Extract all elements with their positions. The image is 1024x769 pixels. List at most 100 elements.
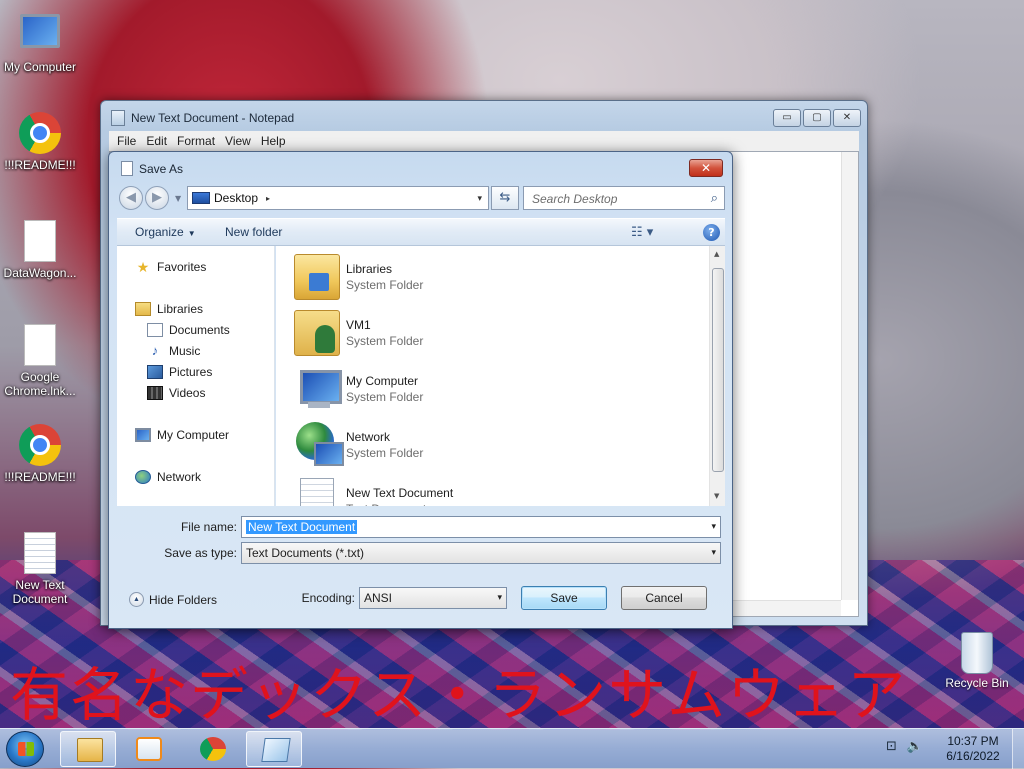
volume-icon[interactable]: 🔈 — [907, 739, 923, 754]
file-item-libraries[interactable]: Libraries System Folder — [294, 252, 694, 304]
maximize-button[interactable]: ▢ — [803, 109, 831, 127]
computer-icon — [18, 14, 62, 58]
desktop-icon-readme-2[interactable]: !!!README!!! — [0, 424, 80, 484]
arrow-left-icon: ◀ — [126, 190, 136, 205]
file-type: System Folder — [346, 278, 424, 292]
nav-item-network[interactable]: Network — [135, 468, 201, 486]
search-input[interactable]: Search Desktop ⌕ — [523, 186, 725, 210]
desktop-icon-label: DataWagon... — [3, 266, 77, 280]
refresh-icon: ⇆ — [499, 190, 511, 205]
desktop-icon-label: !!!README!!! — [4, 470, 76, 484]
vertical-scrollbar[interactable] — [841, 152, 858, 600]
chrome-icon — [18, 112, 62, 156]
computer-icon — [294, 366, 342, 412]
help-icon[interactable]: ? — [703, 224, 720, 241]
menu-edit[interactable]: Edit — [144, 131, 175, 151]
desktop-icon-recycle-bin[interactable]: Recycle Bin — [940, 632, 1014, 690]
file-name-value[interactable]: New Text Document — [246, 520, 358, 534]
scrollbar-thumb[interactable] — [712, 268, 724, 472]
wallpaper-text: 有名なデックス・ランサムウェア — [10, 661, 908, 729]
notepad-menubar: File Edit Format View Help — [109, 131, 859, 151]
nav-label: Favorites — [157, 260, 207, 274]
file-type: System Folder — [346, 446, 424, 460]
file-type: Text Document — [346, 502, 426, 506]
nav-item-libraries[interactable]: Libraries — [135, 300, 203, 318]
file-item-network[interactable]: Network System Folder — [294, 420, 694, 472]
forward-button[interactable]: ▶ — [145, 186, 169, 210]
organize-button[interactable]: Organize ▼ — [135, 225, 196, 239]
file-name-input[interactable]: New Text Document ▾ — [241, 516, 721, 538]
minimize-button[interactable]: ▭ — [773, 109, 801, 127]
nav-item-documents[interactable]: Documents — [147, 321, 230, 339]
folder-icon — [77, 738, 103, 762]
show-desktop-button[interactable] — [1012, 729, 1024, 769]
nav-item-my-computer[interactable]: My Computer — [135, 426, 229, 444]
chevron-down-icon[interactable]: ▾ — [497, 593, 502, 603]
desktop-icon-datawagon[interactable]: DataWagon... — [0, 220, 80, 280]
nav-item-pictures[interactable]: Pictures — [147, 363, 212, 381]
dialog-close-button[interactable]: ✕ — [689, 159, 723, 177]
menu-format[interactable]: Format — [175, 131, 223, 151]
save-button[interactable]: Save — [521, 586, 607, 610]
desktop-icon-readme-1[interactable]: !!!README!!! — [0, 112, 80, 172]
close-button[interactable]: ✕ — [833, 109, 861, 127]
scroll-down-icon[interactable]: ▼ — [714, 492, 719, 500]
notepad-title: New Text Document - Notepad — [131, 111, 295, 125]
save-as-type-select[interactable]: Text Documents (*.txt) ▾ — [241, 542, 721, 564]
scroll-up-icon[interactable]: ▲ — [714, 250, 719, 258]
encoding-select[interactable]: ANSI ▾ — [359, 587, 507, 609]
nav-item-favorites[interactable]: ★ Favorites — [135, 258, 207, 276]
media-player-icon — [136, 737, 162, 761]
taskbar-app-chrome[interactable] — [184, 731, 240, 767]
save-as-dialog[interactable]: Save As ✕ ◀ ▶ ▼ Desktop ▸ ▾ ⇆ Search Des… — [108, 151, 733, 629]
address-bar[interactable]: Desktop ▸ ▾ — [187, 186, 489, 210]
file-name: VM1 — [346, 318, 371, 332]
views-button[interactable]: ☷ ▾ — [631, 225, 653, 240]
file-name-label: File name: — [180, 520, 237, 534]
chevron-down-icon[interactable]: ▾ — [711, 548, 716, 558]
taskbar-app-explorer[interactable] — [60, 731, 116, 767]
desktop-icon-label: New Text Document — [12, 578, 68, 606]
desktop-icon-label: Google Chrome.lnk... — [4, 370, 76, 398]
nav-item-videos[interactable]: Videos — [147, 384, 205, 402]
nav-item-music[interactable]: ♪ Music — [147, 342, 201, 360]
clock-time: 10:37 PM — [947, 734, 999, 748]
cancel-button[interactable]: Cancel — [621, 586, 707, 610]
new-folder-button[interactable]: New folder — [225, 225, 282, 239]
taskbar-app-media-player[interactable] — [120, 731, 176, 767]
breadcrumb-chevron-icon[interactable]: ▸ — [266, 194, 270, 203]
user-folder-icon — [294, 310, 340, 356]
file-type: System Folder — [346, 334, 424, 348]
menu-help[interactable]: Help — [259, 131, 294, 151]
desktop-icon-google-chrome-lnk[interactable]: Google Chrome.lnk... — [0, 324, 80, 398]
hide-folders-button[interactable]: ▲ Hide Folders — [129, 592, 217, 607]
desktop-icon-new-text-document[interactable]: New Text Document — [0, 532, 80, 606]
computer-icon — [135, 428, 151, 442]
back-button[interactable]: ◀ — [119, 186, 143, 210]
search-icon[interactable]: ⌕ — [711, 191, 718, 206]
file-name: My Computer — [346, 374, 419, 388]
menu-file[interactable]: File — [115, 131, 144, 151]
file-item-my-computer[interactable]: My Computer System Folder — [294, 364, 694, 416]
file-item-new-text-document[interactable]: New Text Document Text Document — [294, 476, 694, 506]
taskbar-app-notepad[interactable] — [246, 731, 302, 767]
chevron-down-icon[interactable]: ▾ — [711, 522, 716, 532]
address-location[interactable]: Desktop — [214, 191, 258, 205]
address-dropdown-icon[interactable]: ▾ — [477, 193, 482, 204]
file-list-scrollbar[interactable]: ▲ ▼ — [709, 246, 725, 506]
refresh-button[interactable]: ⇆ — [491, 186, 519, 210]
search-placeholder: Search Desktop — [532, 192, 618, 206]
file-list: Libraries System Folder VM1 System Folde… — [276, 246, 709, 506]
recent-locations-dropdown[interactable]: ▼ — [175, 194, 181, 203]
text-document-icon — [300, 478, 334, 506]
taskbar: ⊡ 🔈 10:37 PM 6/16/2022 — [0, 728, 1024, 769]
desktop-icon — [192, 192, 210, 204]
desktop-icon-my-computer[interactable]: My Computer — [0, 10, 80, 74]
menu-view[interactable]: View — [223, 131, 259, 151]
start-button[interactable] — [6, 731, 44, 767]
clock[interactable]: 10:37 PM 6/16/2022 — [944, 734, 1002, 764]
network-icon[interactable]: ⊡ — [886, 739, 897, 754]
notepad-icon — [111, 110, 125, 126]
file-item-vm1[interactable]: VM1 System Folder — [294, 308, 694, 360]
chrome-icon — [18, 424, 62, 468]
